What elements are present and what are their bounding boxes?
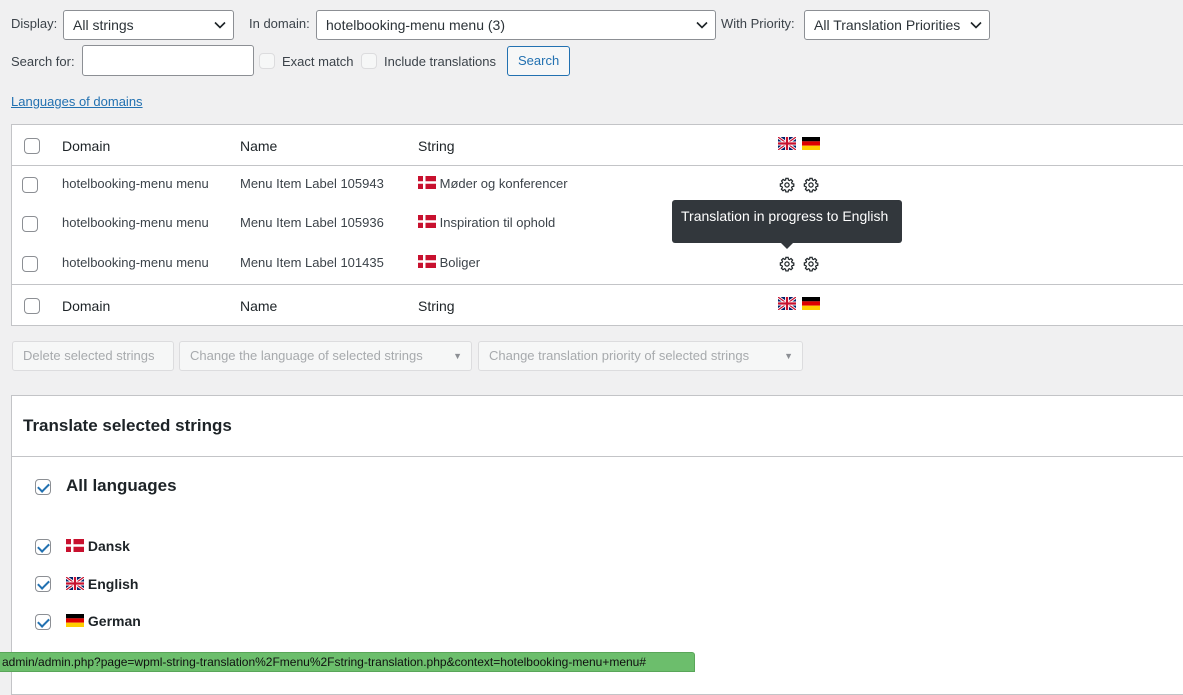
change-language-select[interactable]: Change the language of selected strings … [179,341,472,371]
translate-selected-strings-panel: Translate selected strings All languages… [11,395,1183,695]
row-name: Menu Item Label 105936 [240,215,384,230]
column-header-name[interactable]: Name [240,138,277,154]
all-languages-label: All languages [66,476,177,495]
domain-label: In domain: [249,16,310,31]
language-checkbox-english[interactable] [35,576,51,592]
priority-select[interactable]: All Translation Priorities [804,10,990,40]
row-string-text: Boliger [439,255,481,270]
status-bar-url: admin/admin.php?page=wpml-string-transla… [0,652,695,672]
language-name: Dansk [87,538,130,554]
column-footer-string[interactable]: String [418,298,455,314]
include-translations-checkbox[interactable] [361,53,377,69]
language-name: German [87,613,141,629]
language-label-german: German [66,613,141,629]
language-checkbox-german[interactable] [35,614,51,630]
search-input[interactable] [82,45,254,76]
caret-down-icon: ▼ [453,351,462,361]
row-domain: hotelbooking-menu menu [62,176,209,191]
priority-select-value: All Translation Priorities [814,17,961,33]
display-select-value: All strings [73,17,134,33]
change-priority-select-label: Change translation priority of selected … [489,348,750,363]
row-name: Menu Item Label 105943 [240,176,384,191]
german-flag-icon [802,137,820,150]
domain-select-value: hotelbooking-menu menu (3) [326,17,505,33]
gear-icon[interactable] [803,256,819,272]
column-header-string[interactable]: String [418,138,455,154]
row-checkbox[interactable] [22,177,38,193]
row-domain: hotelbooking-menu menu [62,215,209,230]
danish-flag-icon [418,255,436,268]
chevron-down-icon [970,21,982,29]
priority-label: With Priority: [721,16,795,31]
chevron-down-icon [214,21,226,29]
select-all-checkbox-footer[interactable] [24,298,40,314]
exact-match-checkbox[interactable] [259,53,275,69]
display-label: Display: [11,16,58,31]
change-priority-select[interactable]: Change translation priority of selected … [478,341,803,371]
uk-flag-icon [66,577,84,590]
uk-flag-icon [778,137,796,150]
row-domain: hotelbooking-menu menu [62,255,209,270]
uk-flag-icon [778,297,796,310]
search-label: Search for: [11,54,75,69]
language-label-dansk: Dansk [66,538,130,554]
row-string: Boliger [418,255,480,270]
delete-selected-strings-button[interactable]: Delete selected strings [12,341,174,371]
gear-icon[interactable] [779,256,795,272]
danish-flag-icon [66,539,84,552]
row-string-text: Møder og konferencer [439,176,568,191]
row-name: Menu Item Label 101435 [240,255,384,270]
column-header-domain[interactable]: Domain [62,138,110,154]
change-language-select-label: Change the language of selected strings [190,348,423,363]
row-checkbox[interactable] [22,216,38,232]
display-select[interactable]: All strings [63,10,234,40]
gear-icon[interactable] [803,177,819,193]
danish-flag-icon [418,176,436,189]
language-name: English [87,576,139,592]
row-checkbox[interactable] [22,256,38,272]
row-string: Møder og konferencer [418,176,568,191]
language-checkbox-dansk[interactable] [35,539,51,555]
domain-select[interactable]: hotelbooking-menu menu (3) [316,10,716,40]
exact-match-label: Exact match [282,54,354,69]
strings-table: Domain Name String hotelbooking-menu men… [11,124,1183,326]
german-flag-icon [802,297,820,310]
column-footer-name[interactable]: Name [240,298,277,314]
panel-title: Translate selected strings [23,416,232,435]
include-translations-label: Include translations [384,54,497,69]
translation-status-tooltip: Translation in progress to English [672,200,902,249]
gear-icon[interactable] [779,177,795,193]
column-footer-domain[interactable]: Domain [62,298,110,314]
search-button[interactable]: Search [507,46,571,76]
languages-of-domains-link[interactable]: Languages of domains [11,94,143,109]
row-string-text: Inspiration til ophold [439,215,556,230]
select-all-checkbox[interactable] [24,138,40,154]
german-flag-icon [66,614,84,627]
danish-flag-icon [418,215,436,228]
caret-down-icon: ▼ [784,351,793,361]
language-label-english: English [66,576,138,592]
all-languages-checkbox[interactable] [35,479,51,495]
row-string: Inspiration til ophold [418,215,555,230]
chevron-down-icon [696,21,708,29]
